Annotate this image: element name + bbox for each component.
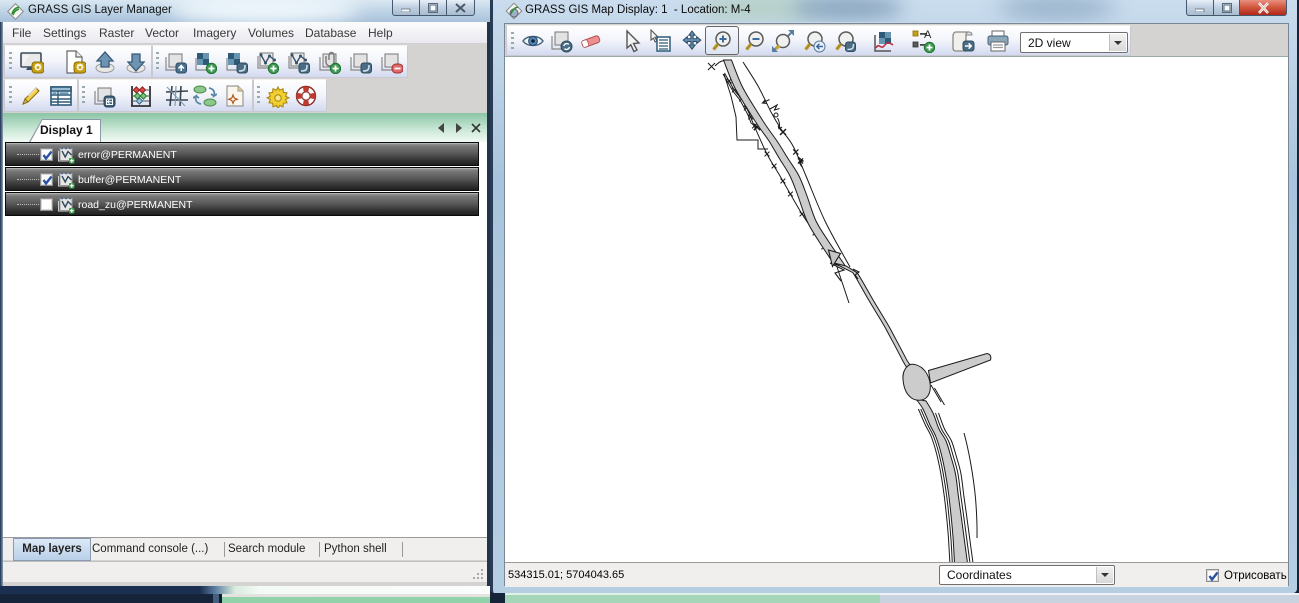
svg-text:A: A (924, 29, 932, 41)
